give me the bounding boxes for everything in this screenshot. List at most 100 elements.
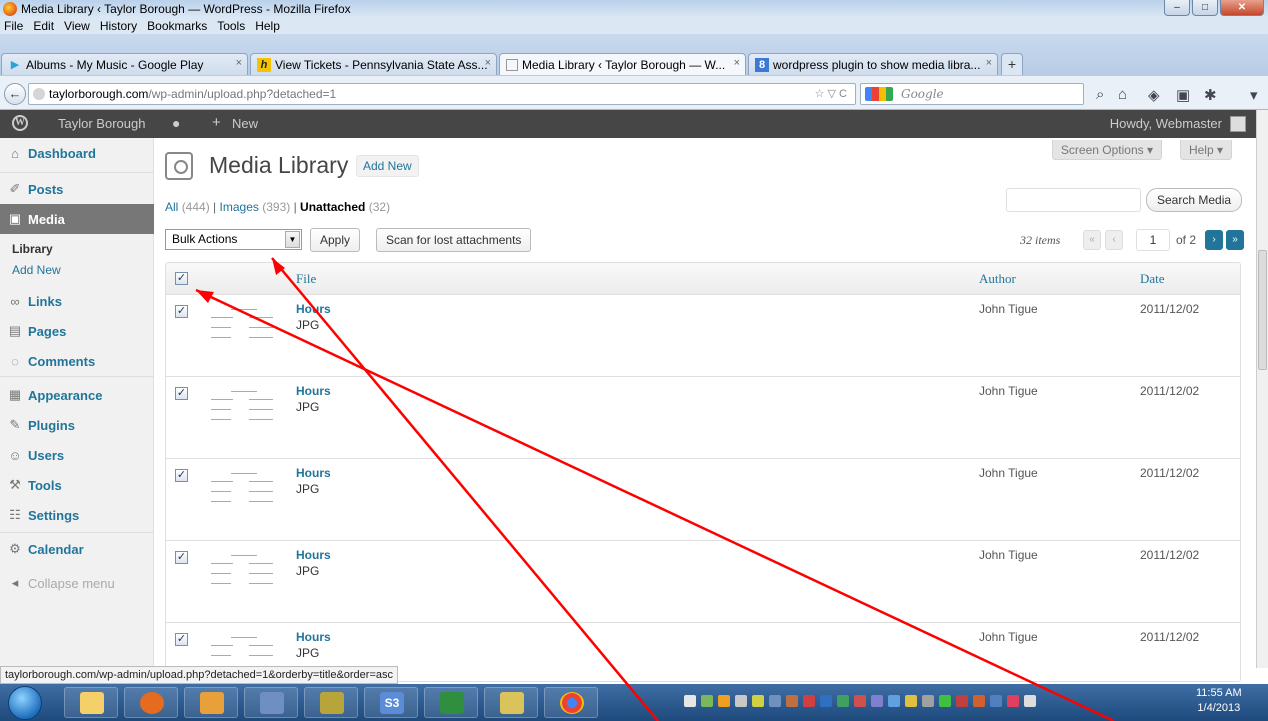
admin-bar-new[interactable]: New [232,116,258,131]
search-media-button[interactable]: Search Media [1146,188,1243,212]
close-window-button[interactable]: ✕ [1220,0,1264,16]
row-checkbox[interactable]: ✓ [175,305,188,318]
browser-search-input[interactable]: Google [860,83,1084,105]
row-checkbox[interactable]: ✓ [175,551,188,564]
screen-options-button[interactable]: Screen Options ▾ [1051,140,1162,160]
tray-icon[interactable] [905,695,917,707]
select-all-checkbox[interactable]: ✓ [175,272,188,285]
taskbar-chrome[interactable] [544,687,598,718]
tab-media-library[interactable]: Media Library ‹ Taylor Borough — W... × [499,53,746,75]
sidebar-subitem-add-new[interactable]: Add New [12,263,61,277]
tray-icon[interactable] [752,695,764,707]
menu-view[interactable]: View [64,19,90,33]
back-button[interactable]: ← [4,83,26,105]
first-page-button[interactable]: « [1083,230,1101,250]
home-icon[interactable]: ⌂ [1118,86,1127,103]
file-name-link[interactable]: Hours [296,466,331,480]
sidebar-item-calendar[interactable]: ⚙ Calendar [0,534,154,564]
admin-bar-howdy[interactable]: Howdy, Webmaster [1110,116,1222,131]
image-thumbnail[interactable] [211,551,275,599]
close-tab-icon[interactable]: × [236,57,242,69]
tray-icon[interactable] [803,695,815,707]
sidebar-item-tools[interactable]: ⚒ Tools [0,470,154,500]
menu-arrow-icon[interactable]: ▾ [1250,86,1258,104]
taskbar-app-notes[interactable] [484,687,538,718]
tray-icon[interactable] [735,695,747,707]
tray-mail-icon[interactable] [684,695,696,707]
bulk-actions-select[interactable]: Bulk Actions ▼ [165,229,302,250]
plus-icon[interactable]: + [212,114,221,131]
sidebar-item-comments[interactable]: ◌ Comments [0,346,154,376]
screenshot-icon[interactable]: ▣ [1176,86,1190,104]
image-thumbnail[interactable] [211,305,275,353]
close-tab-icon[interactable]: × [734,57,740,69]
tray-icon[interactable] [871,695,883,707]
taskbar-excel[interactable] [424,687,478,718]
sidebar-item-links[interactable]: ∞ Links [0,286,154,316]
tab-google-play[interactable]: ▶ Albums - My Music - Google Play × [1,53,248,75]
menu-bookmarks[interactable]: Bookmarks [147,19,207,33]
addon-icon[interactable]: ◈ [1148,86,1160,104]
close-tab-icon[interactable]: × [986,57,992,69]
tab-view-tickets[interactable]: h View Tickets - Pennsylvania State Ass.… [250,53,497,75]
wordpress-logo-icon[interactable]: W [12,115,28,131]
menu-edit[interactable]: Edit [33,19,54,33]
next-page-button[interactable]: › [1205,230,1223,250]
admin-bar-site-name[interactable]: Taylor Borough [58,116,145,131]
row-checkbox[interactable]: ✓ [175,387,188,400]
file-name-link[interactable]: Hours [296,384,331,398]
tray-icon[interactable] [939,695,951,707]
tray-icon[interactable] [854,695,866,707]
avatar[interactable] [1230,116,1246,132]
tray-icon[interactable] [922,695,934,707]
current-page-input[interactable]: 1 [1136,229,1170,251]
tray-icon[interactable] [888,695,900,707]
search-media-input[interactable] [1006,188,1141,212]
page-scrollbar[interactable] [1256,110,1268,668]
tray-icon[interactable] [718,695,730,707]
sidebar-item-pages[interactable]: ▤ Pages [0,316,154,346]
add-new-button[interactable]: Add New [356,155,419,177]
filter-all[interactable]: All [165,200,178,214]
scan-lost-attachments-button[interactable]: Scan for lost attachments [376,228,532,252]
search-icon[interactable]: ⌕ [1096,86,1104,103]
tray-icon[interactable] [990,695,1002,707]
taskbar-firefox[interactable] [124,687,178,718]
sidebar-item-settings[interactable]: ☷ Settings [0,500,154,530]
previous-page-button[interactable]: ‹ [1105,230,1123,250]
tray-icon[interactable] [786,695,798,707]
taskbar-app-pineapple[interactable] [304,687,358,718]
minimize-button[interactable]: – [1164,0,1190,16]
new-tab-button[interactable]: + [1001,53,1023,75]
row-checkbox[interactable]: ✓ [175,469,188,482]
tray-icon[interactable] [973,695,985,707]
file-name-link[interactable]: Hours [296,630,331,644]
menu-tools[interactable]: Tools [217,19,245,33]
tab-wordpress-plugin[interactable]: 8 wordpress plugin to show media libra..… [748,53,998,75]
tray-icon[interactable] [956,695,968,707]
tray-icon[interactable] [820,695,832,707]
tray-icon[interactable] [769,695,781,707]
sidebar-item-appearance[interactable]: ▦ Appearance [0,380,154,410]
column-file[interactable]: File [296,271,316,287]
tray-icon[interactable] [837,695,849,707]
sidebar-item-dashboard[interactable]: ⌂ Dashboard [0,138,154,168]
taskbar-explorer[interactable] [64,687,118,718]
sidebar-item-posts[interactable]: ✐ Posts [0,174,154,204]
file-name-link[interactable]: Hours [296,302,331,316]
maximize-button[interactable]: □ [1192,0,1218,16]
image-thumbnail[interactable] [211,469,275,517]
help-button[interactable]: Help ▾ [1179,140,1232,160]
close-tab-icon[interactable]: × [485,57,491,69]
filter-unattached[interactable]: Unattached [300,200,365,214]
row-checkbox[interactable]: ✓ [175,633,188,646]
url-bar[interactable]: taylorborough.com/wp-admin/upload.php?de… [28,83,856,105]
tray-icon[interactable] [1007,695,1019,707]
taskbar-network[interactable] [244,687,298,718]
tools-icon[interactable]: ✱ [1204,86,1217,104]
file-name-link[interactable]: Hours [296,548,331,562]
last-page-button[interactable]: » [1226,230,1244,250]
column-author[interactable]: Author [979,271,1016,287]
speaker-icon[interactable] [1024,695,1036,707]
menu-file[interactable]: File [4,19,23,33]
